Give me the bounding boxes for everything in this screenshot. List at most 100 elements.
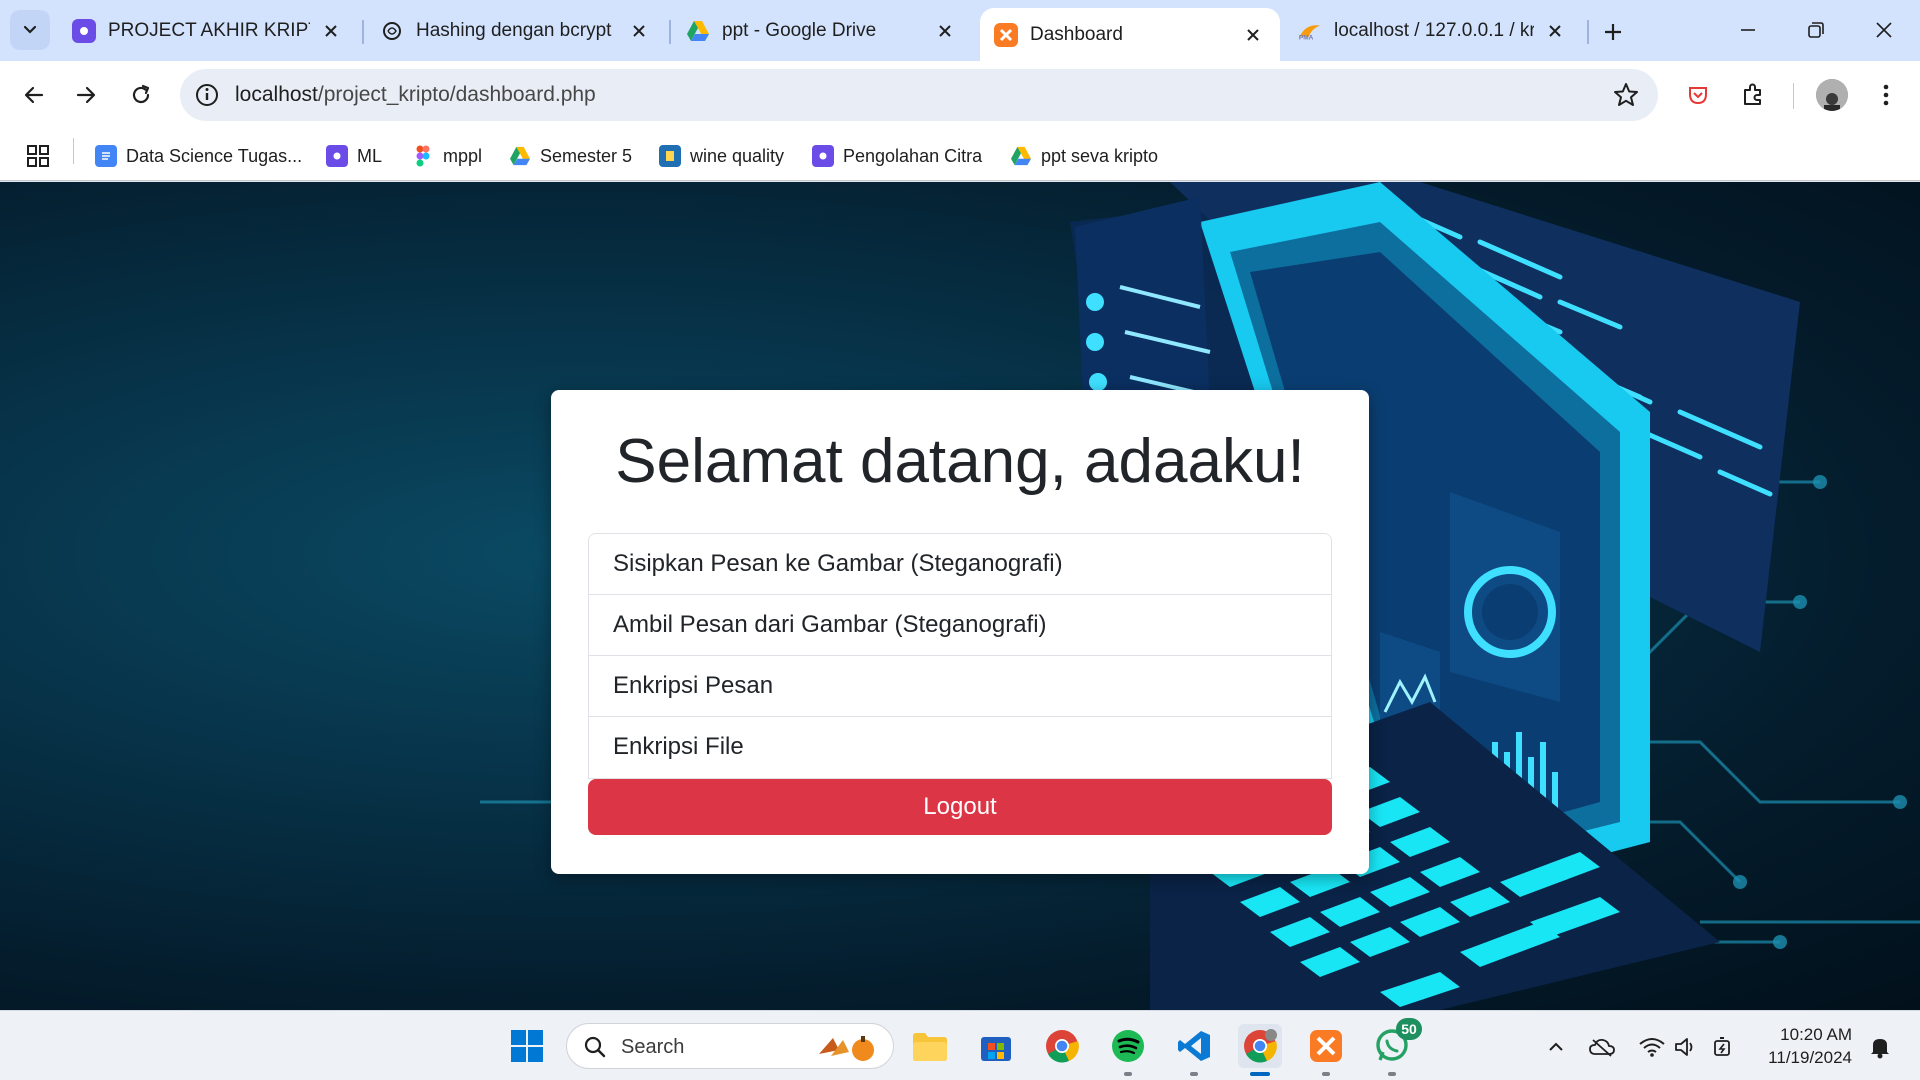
arrow-left-icon: [24, 86, 44, 104]
page-viewport: Selamat datang, adaaku! Sisipkan Pesan k…: [0, 182, 1920, 1010]
tab-search-button[interactable]: [10, 10, 50, 50]
taskbar-search[interactable]: Search: [566, 1023, 894, 1069]
xampp-icon: [994, 22, 1018, 47]
url-text[interactable]: localhost/project_kripto/dashboard.php: [235, 83, 596, 107]
search-placeholder: Search: [621, 1036, 685, 1058]
search-icon: [584, 1036, 606, 1058]
tab-label: Dashboard: [1030, 23, 1123, 45]
show-hidden-icons[interactable]: [1542, 1033, 1570, 1061]
windows-taskbar: Search 50 10:20 AM 11/19/2024: [0, 1010, 1920, 1080]
gemini-app-icon: [326, 145, 348, 167]
dashboard-card: Selamat datang, adaaku! Sisipkan Pesan k…: [551, 390, 1369, 874]
tab-separator: [362, 20, 364, 44]
chrome-icon: [1046, 1030, 1079, 1063]
kaggle-doc-icon: [659, 145, 681, 167]
start-button[interactable]: [505, 1024, 549, 1068]
volume-icon[interactable]: [1672, 1033, 1700, 1061]
menu-item-embed-steganography[interactable]: Sisipkan Pesan ke Gambar (Steganografi): [589, 534, 1331, 595]
clock-date: 11/19/2024: [1768, 1048, 1852, 1067]
taskbar-chrome-profile[interactable]: [1238, 1024, 1282, 1076]
logout-button[interactable]: Logout: [588, 779, 1332, 835]
chevron-up-icon: [1549, 1042, 1563, 1051]
folder-icon: [913, 1033, 947, 1061]
google-drive-icon: [686, 19, 710, 43]
menu-item-encrypt-file[interactable]: Enkripsi File: [589, 717, 1331, 778]
spotify-icon: [1112, 1030, 1144, 1062]
avatar[interactable]: [1816, 79, 1848, 111]
reload-button[interactable]: [121, 75, 161, 115]
running-indicator: [1388, 1072, 1396, 1076]
bookmark-mppl[interactable]: mppl: [412, 142, 482, 170]
taskbar-chrome[interactable]: [1040, 1024, 1084, 1068]
taskbar-spotify[interactable]: [1106, 1024, 1150, 1076]
bookmark-label: ML: [357, 145, 383, 166]
google-drive-icon: [1010, 145, 1032, 167]
close-icon[interactable]: [318, 18, 344, 44]
bookmark-label: ppt seva kripto: [1041, 145, 1159, 166]
info-icon[interactable]: [194, 82, 220, 108]
taskbar-vscode[interactable]: [1172, 1024, 1216, 1076]
taskbar-xampp[interactable]: [1304, 1024, 1348, 1076]
tab-project-akhir[interactable]: PROJECT AKHIR KRIPTOGRAFI: [58, 8, 358, 54]
close-icon[interactable]: [1240, 22, 1266, 48]
bookmark-data-science[interactable]: Data Science Tugas...: [95, 142, 302, 170]
tab-hashing-bcrypt[interactable]: Hashing dengan bcrypt: [366, 8, 666, 54]
notification-badge: 50: [1396, 1018, 1422, 1040]
autumn-leaves-icon: [819, 1036, 874, 1061]
apps-grid-button[interactable]: [26, 142, 50, 170]
taskbar-clock[interactable]: 10:20 AM 11/19/2024: [1756, 1023, 1852, 1069]
bookmark-semester-5[interactable]: Semester 5: [509, 142, 632, 170]
new-tab-button[interactable]: [1595, 14, 1631, 50]
back-button[interactable]: [14, 75, 54, 115]
chatgpt-icon: [380, 19, 404, 43]
close-icon[interactable]: [626, 18, 652, 44]
tab-separator: [669, 20, 671, 44]
bookmark-pengolahan-citra[interactable]: Pengolahan Citra: [812, 142, 982, 170]
tab-label: PROJECT AKHIR KRIPTOGRAFI: [108, 20, 310, 41]
bookmarks-divider: [73, 138, 74, 164]
battery-charging-icon[interactable]: [1710, 1033, 1738, 1061]
svg-text:PMA: PMA: [1299, 34, 1314, 41]
wifi-icon[interactable]: [1638, 1033, 1666, 1061]
address-bar[interactable]: localhost/project_kripto/dashboard.php: [180, 69, 1658, 121]
onedrive-icon[interactable]: [1588, 1033, 1616, 1061]
taskbar-file-explorer[interactable]: [908, 1024, 952, 1068]
minimize-button[interactable]: [1718, 8, 1778, 52]
bookmark-ppt-seva-kripto[interactable]: ppt seva kripto: [1010, 142, 1158, 170]
clock-time: 10:20 AM: [1780, 1025, 1852, 1044]
tab-phpmyadmin[interactable]: PMA localhost / 127.0.0.1 / kriptografi: [1284, 8, 1582, 54]
chrome-icon: [1244, 1029, 1277, 1063]
more-menu-icon[interactable]: [1870, 79, 1902, 111]
running-indicator: [1190, 1072, 1198, 1076]
windows-logo-icon: [511, 1030, 543, 1062]
tab-google-drive[interactable]: ppt - Google Drive: [672, 8, 972, 54]
close-icon[interactable]: [1542, 18, 1568, 44]
minimize-icon: [1741, 29, 1755, 31]
pocket-extension-icon[interactable]: [1682, 79, 1714, 111]
chevron-down-icon: [23, 25, 37, 34]
extensions-icon[interactable]: [1737, 79, 1769, 111]
xampp-icon: [1310, 1030, 1342, 1062]
star-icon[interactable]: [1612, 81, 1640, 109]
bookmark-label: Semester 5: [540, 145, 633, 166]
apps-grid-icon: [27, 145, 49, 167]
running-indicator: [1250, 1072, 1270, 1076]
menu-item-encrypt-message[interactable]: Enkripsi Pesan: [589, 656, 1331, 717]
bookmark-label: Pengolahan Citra: [843, 145, 983, 166]
bookmark-label: mppl: [443, 145, 483, 166]
notification-bell-icon[interactable]: [1866, 1033, 1894, 1061]
url-host: localhost: [235, 83, 318, 106]
close-icon[interactable]: [932, 18, 958, 44]
forward-button[interactable]: [66, 75, 106, 115]
restore-button[interactable]: [1786, 8, 1846, 52]
running-indicator: [1322, 1072, 1330, 1076]
bookmark-ml[interactable]: ML: [326, 142, 382, 170]
close-window-button[interactable]: [1854, 8, 1914, 52]
browser-toolbar: localhost/project_kripto/dashboard.php: [0, 61, 1920, 131]
tab-dashboard[interactable]: Dashboard: [980, 8, 1280, 61]
gemini-app-icon: [812, 145, 834, 167]
menu-item-extract-steganography[interactable]: Ambil Pesan dari Gambar (Steganografi): [589, 595, 1331, 656]
taskbar-whatsapp[interactable]: 50: [1370, 1018, 1422, 1076]
bookmark-wine-quality[interactable]: wine quality: [659, 142, 784, 170]
taskbar-microsoft-store[interactable]: [974, 1024, 1018, 1068]
